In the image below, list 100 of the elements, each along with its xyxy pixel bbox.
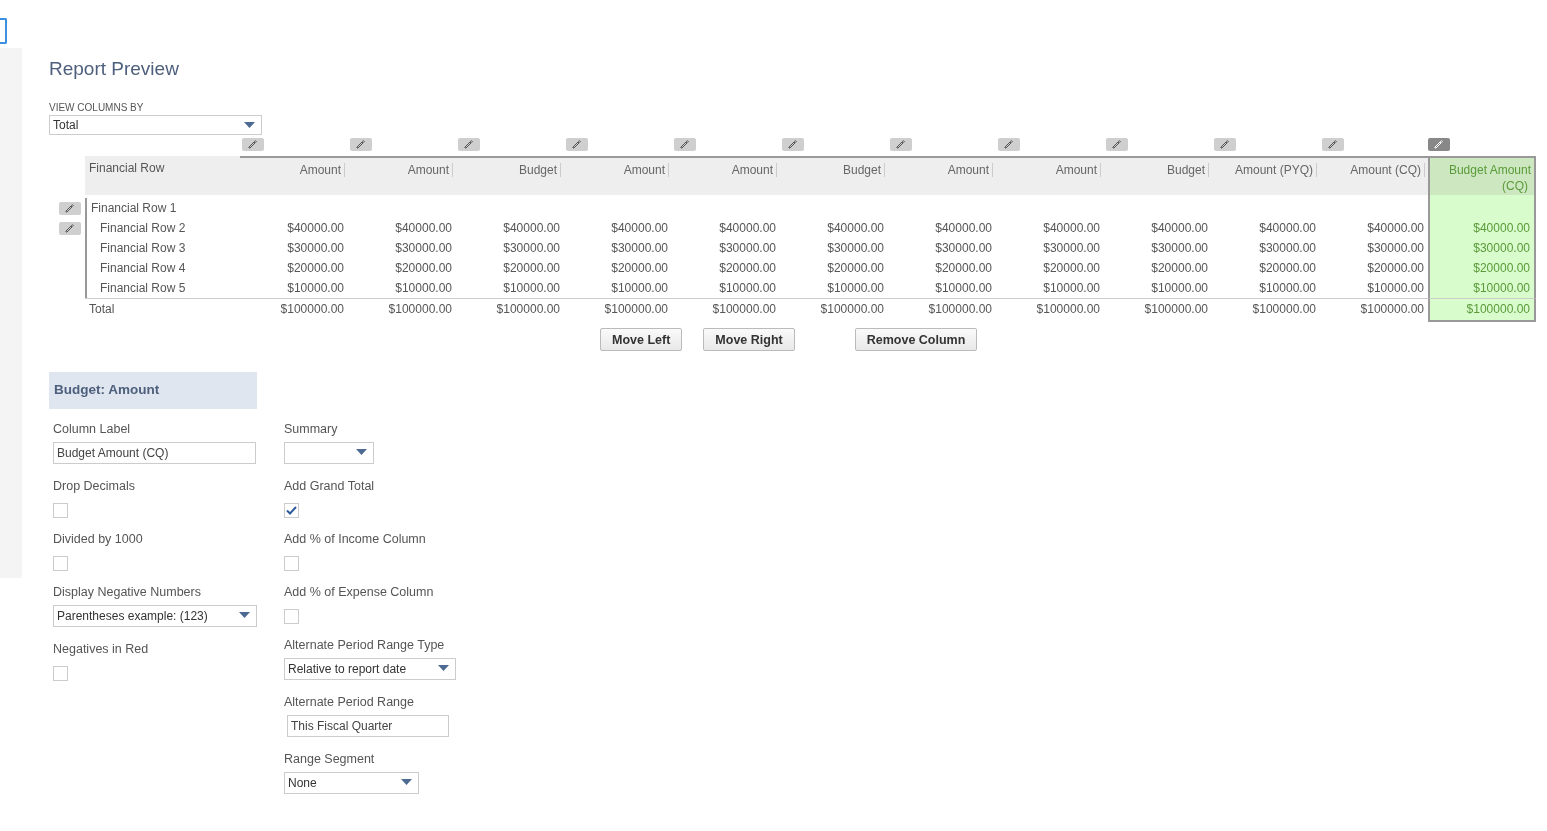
action-button[interactable]: Remove Column — [854, 328, 978, 351]
table-cell-text: $30000.00 — [1366, 240, 1425, 257]
input-field[interactable]: This Fiscal Quarter — [287, 715, 449, 737]
dropdown[interactable]: None — [284, 772, 419, 794]
table-cell-text: $10000.00 — [1042, 280, 1101, 297]
table-cell-text: $10000.00 — [610, 280, 669, 297]
action-button[interactable]: Move Left — [600, 328, 683, 351]
column-header[interactable]: Amount (CQ) — [1320, 156, 1428, 195]
table-cell-text: $30000.00 — [718, 240, 777, 257]
column-header[interactable]: Amount (PYQ) — [1212, 156, 1320, 195]
table-cell-text: $10000.00 — [1366, 280, 1425, 297]
row-label: Financial Row 2 — [85, 218, 240, 238]
field-label: Add Grand Total — [284, 479, 375, 495]
table-cell-text: $20000.00 — [1258, 260, 1317, 277]
table-cell-text: $20000.00 — [286, 260, 345, 277]
dropdown[interactable]: Parentheses example: (123) — [53, 605, 257, 627]
column-header[interactable]: Amount — [888, 156, 996, 195]
table-cell-text: $30000.00 — [1150, 240, 1209, 257]
table-cell-text: $20000.00 — [502, 260, 561, 277]
field-label: Alternate Period Range — [284, 695, 414, 711]
column-header[interactable]: Budget — [780, 156, 888, 195]
table-cell-text: $10000.00 — [286, 280, 345, 297]
table-cell-text: $40000.00 — [718, 220, 777, 237]
table-cell: $20000.00 — [1428, 258, 1536, 278]
row-label: Financial Row 5 — [85, 278, 240, 298]
column-header[interactable]: Budget — [456, 156, 564, 195]
table-cell: $100000.00 — [1212, 298, 1320, 320]
table-cell-text: $30000.00 — [610, 240, 669, 257]
table-cell-text: $10000.00 — [718, 280, 777, 297]
action-button[interactable]: Move Right — [703, 328, 795, 351]
table-cell: $100000.00 — [1428, 298, 1536, 322]
field-label: Drop Decimals — [53, 479, 135, 495]
table-cell: $100000.00 — [672, 298, 780, 320]
field-label: Alternate Period Range Type — [284, 638, 445, 654]
table-cell: $10000.00 — [1428, 278, 1536, 298]
field-label: Display Negative Numbers — [53, 585, 201, 601]
table-cell-text: $30000.00 — [1258, 240, 1317, 257]
table-cell-text: $40000.00 — [610, 220, 669, 237]
table-cell-text: $40000.00 — [934, 220, 993, 237]
table-cell: $100000.00 — [348, 298, 456, 320]
row-label: Total — [85, 298, 240, 320]
table-cell-text: $30000.00 — [286, 240, 345, 257]
field-label: Negatives in Red — [53, 642, 149, 658]
table-cell-text: $20000.00 — [394, 260, 453, 277]
table-cell-text: $20000.00 — [718, 260, 777, 277]
table-cell-text: $40000.00 — [826, 220, 885, 237]
field-label: Summary — [284, 422, 338, 438]
table-cell: $100000.00 — [1104, 298, 1212, 320]
dropdown[interactable]: Relative to report date — [284, 658, 456, 680]
table-cell-text: $40000.00 — [286, 220, 345, 237]
table-cell: $100000.00 — [888, 298, 996, 320]
field-label: Add % of Income Column — [284, 532, 426, 548]
table-cell-text: $40000.00 — [394, 220, 453, 237]
table-cell-text: $10000.00 — [1150, 280, 1209, 297]
table-cell-text: $10000.00 — [394, 280, 453, 297]
table-cell-text: $30000.00 — [502, 240, 561, 257]
row-label: Financial Row 3 — [85, 238, 240, 258]
table-cell-text: $40000.00 — [1258, 220, 1317, 237]
field-label: Column Label — [53, 422, 131, 438]
field-label: Divided by 1000 — [53, 532, 143, 548]
column-header[interactable]: Amount — [348, 156, 456, 195]
table-cell-text: $10000.00 — [502, 280, 561, 297]
row-label: Financial Row 4 — [85, 258, 240, 278]
table-cell: $100000.00 — [240, 298, 348, 320]
table-cell-text: $30000.00 — [1042, 240, 1101, 257]
input-field[interactable]: Budget Amount (CQ) — [53, 442, 256, 464]
column-header[interactable]: Budget — [1104, 156, 1212, 195]
table-cell-text: $30000.00 — [826, 240, 885, 257]
table-cell-text: $30000.00 — [934, 240, 993, 257]
row-label: Financial Row 1 — [85, 198, 240, 218]
table-cell-text: $20000.00 — [826, 260, 885, 277]
table-cell-text: $40000.00 — [1366, 220, 1425, 237]
section-header: Budget: Amount — [49, 372, 257, 409]
field-label: Add % of Expense Column — [284, 585, 434, 601]
table-cell-text: $20000.00 — [934, 260, 993, 277]
column-header[interactable]: Amount — [564, 156, 672, 195]
table-cell: $40000.00 — [1428, 218, 1536, 238]
column-header[interactable]: Budget Amount (CQ) — [1428, 156, 1536, 195]
column-header[interactable]: Amount — [996, 156, 1104, 195]
table-cell-text: $30000.00 — [394, 240, 453, 257]
table-cell-text: $20000.00 — [1150, 260, 1209, 277]
table-cell: $100000.00 — [456, 298, 564, 320]
column-header: Financial Row — [85, 156, 240, 195]
field-label: Range Segment — [284, 752, 375, 768]
table-cell-text: $20000.00 — [1042, 260, 1101, 277]
column-header[interactable]: Amount — [240, 156, 348, 195]
table-cell-text: $20000.00 — [610, 260, 669, 277]
dropdown[interactable]: Total — [49, 115, 262, 135]
table-cell-text: $10000.00 — [1258, 280, 1317, 297]
table-cell-text: $40000.00 — [1042, 220, 1101, 237]
page-title: Report Preview — [49, 58, 180, 80]
table-cell: $100000.00 — [996, 298, 1104, 320]
table-cell: $100000.00 — [564, 298, 672, 320]
field-label: VIEW COLUMNS BY — [49, 102, 144, 113]
table-cell-text: $10000.00 — [826, 280, 885, 297]
column-header[interactable]: Amount — [672, 156, 780, 195]
table-cell: $100000.00 — [780, 298, 888, 320]
table-cell-text: $40000.00 — [1150, 220, 1209, 237]
table-cell: $30000.00 — [1428, 238, 1536, 258]
table-cell-text: $20000.00 — [1366, 260, 1425, 277]
